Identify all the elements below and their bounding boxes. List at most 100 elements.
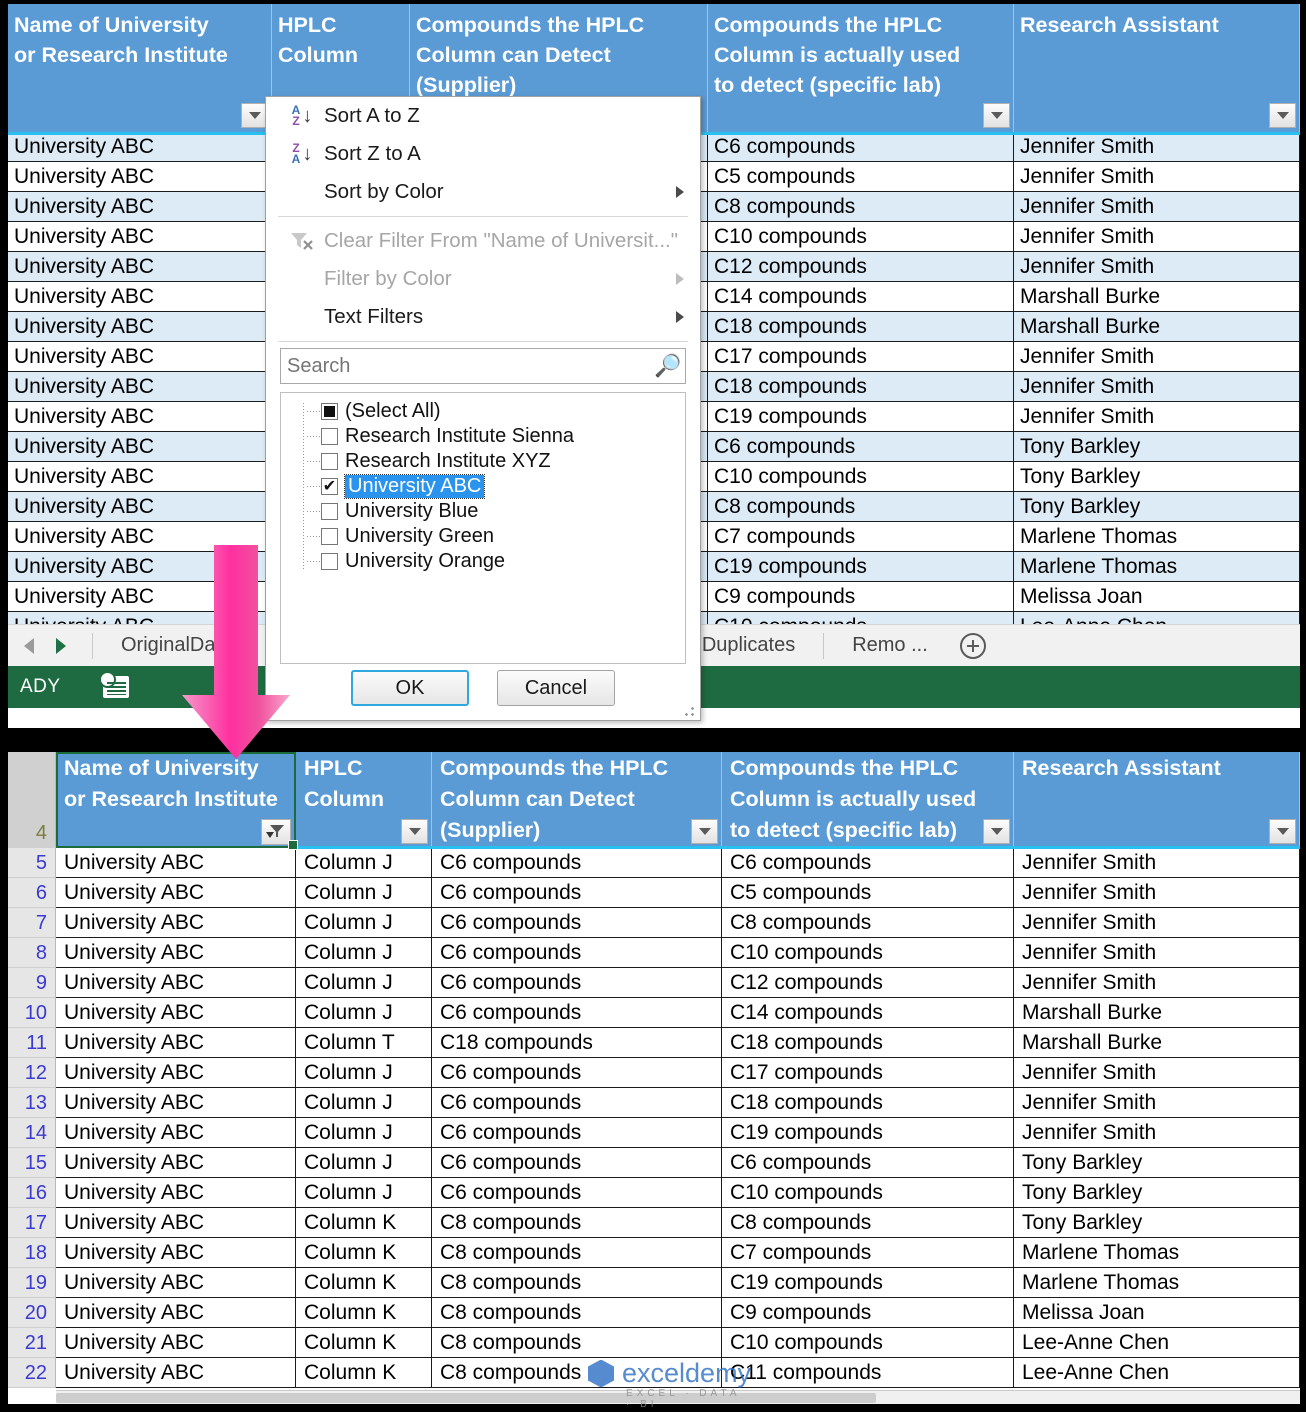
cell-hplc-column[interactable]: Column K [296,1328,432,1358]
cell-university[interactable]: University ABC [8,372,272,402]
cell-research-assistant[interactable]: Tony Barkley [1014,1148,1300,1178]
cell-supplier-compounds[interactable]: C6 compounds [432,998,722,1028]
filter-value-item[interactable]: Research Institute Sienna [285,424,681,449]
table-row[interactable]: 7 University ABC Column J C6 compounds C8 co… [8,908,1300,938]
table-row[interactable]: 15 University ABC Column J C6 compounds C6 c… [8,1148,1300,1178]
row-header[interactable]: 16 [8,1178,56,1208]
cell-hplc-column[interactable]: Column J [296,1118,432,1148]
cell-lab-compounds[interactable]: C10 compounds [708,462,1014,492]
cell-university[interactable]: University ABC [56,1118,296,1148]
checkbox-unchecked[interactable] [321,428,338,445]
table-row[interactable]: 10 University ABC Column J C6 compounds C14 … [8,998,1300,1028]
checkbox-unchecked[interactable] [321,453,338,470]
cell-supplier-compounds[interactable]: C6 compounds [432,1178,722,1208]
cell-lab-compounds[interactable]: C7 compounds [722,1238,1014,1268]
cell-supplier-compounds[interactable]: C6 compounds [432,1088,722,1118]
cell-supplier-compounds[interactable]: C8 compounds [432,1328,722,1358]
cell-lab-compounds[interactable]: C18 compounds [708,372,1014,402]
row-header[interactable]: 13 [8,1088,56,1118]
cell-university[interactable]: University ABC [8,252,272,282]
cell-lab-compounds[interactable]: C12 compounds [722,968,1014,998]
cell-research-assistant[interactable]: Jennifer Smith [1014,192,1300,222]
table-row[interactable]: 18 University ABC Column K C8 compounds C7 c… [8,1238,1300,1268]
checkbox-unchecked[interactable] [321,553,338,570]
cell-hplc-column[interactable]: Column J [296,1088,432,1118]
cell-lab-compounds[interactable]: C17 compounds [708,342,1014,372]
cell-research-assistant[interactable]: Marshall Burke [1014,1028,1300,1058]
cell-research-assistant[interactable]: Melissa Joan [1014,1298,1300,1328]
cell-research-assistant[interactable]: Tony Barkley [1014,432,1300,462]
cell-research-assistant[interactable]: Jennifer Smith [1014,132,1300,162]
row-header[interactable]: 17 [8,1208,56,1238]
macro-record-icon[interactable] [98,671,129,698]
table-row[interactable]: 9 University ABC Column J C6 compounds C12 c… [8,968,1300,998]
cell-research-assistant[interactable]: Jennifer Smith [1014,848,1300,878]
cell-university[interactable]: University ABC [56,1028,296,1058]
cell-university[interactable]: University ABC [8,162,272,192]
cell-university[interactable]: University ABC [56,1088,296,1118]
filter-dropdown-button-lab-compounds[interactable] [983,103,1010,128]
row-header[interactable]: 20 [8,1298,56,1328]
filter-value-item[interactable]: University Green [285,524,681,549]
cell-hplc-column[interactable]: Column J [296,878,432,908]
bottom-column-header-supplier-compounds[interactable]: Compounds the HPLC Column can Detect (Su… [432,752,722,848]
sheet-nav-arrows[interactable] [8,637,82,654]
cell-research-assistant[interactable]: Marlene Thomas [1014,1238,1300,1268]
cell-university[interactable]: University ABC [8,432,272,462]
cell-research-assistant[interactable]: Jennifer Smith [1014,402,1300,432]
cell-hplc-column[interactable]: Column J [296,998,432,1028]
cell-lab-compounds[interactable]: C19 compounds [722,1268,1014,1298]
cell-research-assistant[interactable]: Marshall Burke [1014,312,1300,342]
filter-value-item[interactable]: Research Institute XYZ [285,449,681,474]
cell-hplc-column[interactable]: Column J [296,1058,432,1088]
row-header[interactable]: 5 [8,848,56,878]
menu-item-sort-a-to-z[interactable]: A Z ↓ Sort A to Z [266,97,700,135]
menu-item-filter-by-color[interactable]: Filter by Color [266,260,700,298]
cell-university[interactable]: University ABC [56,1148,296,1178]
cell-lab-compounds[interactable]: C6 compounds [708,132,1014,162]
row-header[interactable]: 18 [8,1238,56,1268]
cell-supplier-compounds[interactable]: C6 compounds [432,848,722,878]
cell-lab-compounds[interactable]: C9 compounds [708,582,1014,612]
row-header[interactable]: 9 [8,968,56,998]
cell-research-assistant[interactable]: Tony Barkley [1014,1208,1300,1238]
table-row[interactable]: 12 University ABC Column J C6 compounds C17 … [8,1058,1300,1088]
cell-supplier-compounds[interactable]: C18 compounds [432,1028,722,1058]
cell-research-assistant[interactable]: Jennifer Smith [1014,222,1300,252]
checkbox-unchecked[interactable] [321,503,338,520]
cell-supplier-compounds[interactable]: C8 compounds [432,1238,722,1268]
cell-hplc-column[interactable]: Column K [296,1358,432,1388]
resize-grip[interactable] [684,706,694,716]
filter-value-item[interactable]: University Orange [285,549,681,574]
cell-supplier-compounds[interactable]: C8 compounds [432,1358,722,1388]
column-header-lab-compounds[interactable]: Compounds the HPLC Column is actually us… [708,4,1014,132]
table-row[interactable]: 6 University ABC Column J C6 compounds C5 co… [8,878,1300,908]
cell-hplc-column[interactable]: Column K [296,1238,432,1268]
filter-value-item[interactable]: University Blue [285,499,681,524]
cell-hplc-column[interactable]: Column J [296,848,432,878]
cell-research-assistant[interactable]: Jennifer Smith [1014,162,1300,192]
bottom-column-header-research-assistant[interactable]: Research Assistant [1014,752,1300,848]
cell-supplier-compounds[interactable]: C8 compounds [432,1268,722,1298]
cell-hplc-column[interactable]: Column J [296,1178,432,1208]
cell-supplier-compounds[interactable]: C6 compounds [432,1118,722,1148]
table-row[interactable]: 5 University ABC Column J C6 compounds C6 co… [8,848,1300,878]
cell-research-assistant[interactable]: Jennifer Smith [1014,878,1300,908]
cell-university[interactable]: University ABC [8,192,272,222]
cell-research-assistant[interactable]: Tony Barkley [1014,492,1300,522]
row-header[interactable]: 8 [8,938,56,968]
cell-university[interactable]: University ABC [8,402,272,432]
cell-lab-compounds[interactable]: C6 compounds [708,432,1014,462]
cell-lab-compounds[interactable]: C14 compounds [722,998,1014,1028]
filter-dropdown-button-lab[interactable] [983,819,1010,844]
cell-university[interactable]: University ABC [56,848,296,878]
filter-search-box[interactable]: 🔍 [280,348,686,384]
table-row[interactable]: 21 University ABC Column K C8 compounds C10 … [8,1328,1300,1358]
cell-hplc-column[interactable]: Column K [296,1208,432,1238]
cell-lab-compounds[interactable]: C10 compounds [722,1178,1014,1208]
cell-university[interactable]: University ABC [56,968,296,998]
table-row[interactable]: 14 University ABC Column J C6 compounds C19 … [8,1118,1300,1148]
cell-supplier-compounds[interactable]: C6 compounds [432,1058,722,1088]
cell-university[interactable]: University ABC [8,342,272,372]
cell-university[interactable]: University ABC [8,312,272,342]
